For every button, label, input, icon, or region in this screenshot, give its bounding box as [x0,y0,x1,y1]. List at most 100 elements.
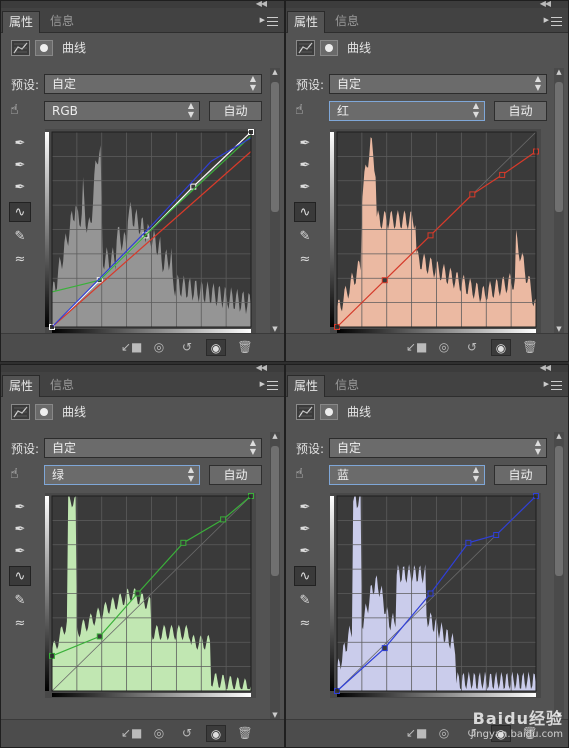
panel-menu-arrow-icon[interactable]: ▶ [260,380,265,388]
curve-tool-icon[interactable]: ∿ [9,566,31,586]
tab-info[interactable]: 信息 [44,11,80,32]
clip-to-layer-icon[interactable]: ↙■ [406,725,427,742]
auto-button[interactable]: 自动 [209,465,262,485]
panel-menu-icon[interactable] [551,381,562,390]
trash-icon[interactable]: 🗑 [520,339,540,356]
pencil-icon[interactable]: ✎ [294,591,316,611]
tab-info[interactable]: 信息 [329,11,365,32]
auto-button[interactable]: 自动 [494,465,547,485]
trash-icon[interactable]: 🗑 [235,339,255,356]
pencil-icon[interactable]: ✎ [294,227,316,247]
curve-graph[interactable] [45,129,256,334]
scrollbar[interactable]: ▲ ▼ [554,432,564,719]
clip-to-layer-icon[interactable]: ↙■ [121,339,142,356]
view-previous-icon[interactable]: ◎ [149,725,169,742]
collapse-icon[interactable]: ◀◀ [540,1,551,8]
clip-to-layer-icon[interactable]: ↙■ [121,725,142,742]
black-eyedropper-icon[interactable]: ✒ [294,498,316,518]
white-eyedropper-icon[interactable]: ✒ [9,178,31,198]
white-eyedropper-icon[interactable]: ✒ [294,178,316,198]
pencil-icon[interactable]: ✎ [9,227,31,247]
tab-properties[interactable]: 属性 [287,11,326,33]
curve-tool-icon[interactable]: ∿ [294,202,316,222]
hand-target-icon[interactable]: ☝ [295,466,304,482]
scroll-up-icon[interactable]: ▲ [554,68,564,76]
black-eyedropper-icon[interactable]: ✒ [294,134,316,154]
panel-top-strip: ◀◀ [286,1,568,8]
clip-to-layer-icon[interactable]: ↙■ [406,339,427,356]
channel-dropdown[interactable]: 绿 ▲ ▼ [44,465,200,485]
scroll-up-icon[interactable]: ▲ [270,432,280,440]
panel-menu-arrow-icon[interactable]: ▶ [260,16,265,24]
tab-bar: 属性 信息 ▶ [286,372,568,397]
channel-dropdown[interactable]: RGB ▲ ▼ [44,101,200,121]
visibility-eye-icon[interactable]: ◉ [206,339,226,356]
channel-dropdown[interactable]: 红 ▲ ▼ [329,101,485,121]
scroll-thumb[interactable] [271,82,279,212]
pencil-icon[interactable]: ✎ [9,591,31,611]
gray-eyedropper-icon[interactable]: ✒ [294,520,316,540]
tab-info[interactable]: 信息 [44,375,80,396]
reset-icon[interactable]: ↺ [177,339,197,356]
reset-icon[interactable]: ↺ [177,725,197,742]
white-eyedropper-icon[interactable]: ✒ [9,542,31,562]
curve-graph[interactable] [45,493,256,698]
view-previous-icon[interactable]: ◎ [434,339,454,356]
preset-dropdown[interactable]: 自定 ▲ ▼ [329,438,547,458]
panel-menu-arrow-icon[interactable]: ▶ [544,380,549,388]
scroll-down-icon[interactable]: ▼ [270,711,280,719]
curve-graph[interactable] [330,493,541,698]
panel-menu-arrow-icon[interactable]: ▶ [544,16,549,24]
hand-target-icon[interactable]: ☝ [10,102,19,118]
gray-eyedropper-icon[interactable]: ✒ [9,520,31,540]
panel-menu-icon[interactable] [267,17,278,26]
trash-icon[interactable]: 🗑 [235,725,255,742]
scrollbar[interactable]: ▲ ▼ [554,68,564,333]
collapse-icon[interactable]: ◀◀ [256,365,267,372]
smooth-icon[interactable]: ≈ [9,250,31,270]
gray-eyedropper-icon[interactable]: ✒ [9,156,31,176]
adjustment-title: 曲线 [347,405,372,419]
tab-info[interactable]: 信息 [329,375,365,396]
scrollbar[interactable]: ▲ ▼ [270,68,280,333]
smooth-icon[interactable]: ≈ [294,614,316,634]
scroll-up-icon[interactable]: ▲ [270,68,280,76]
curve-tool-icon[interactable]: ∿ [294,566,316,586]
view-previous-icon[interactable]: ◎ [434,725,454,742]
tab-properties[interactable]: 属性 [2,11,41,33]
auto-button[interactable]: 自动 [209,101,262,121]
black-eyedropper-icon[interactable]: ✒ [9,134,31,154]
visibility-eye-icon[interactable]: ◉ [491,339,511,356]
scroll-down-icon[interactable]: ▼ [270,325,280,333]
channel-dropdown[interactable]: 蓝 ▲ ▼ [329,465,485,485]
smooth-icon[interactable]: ≈ [9,614,31,634]
scroll-thumb[interactable] [555,446,563,576]
hand-target-icon[interactable]: ☝ [10,466,19,482]
collapse-icon[interactable]: ◀◀ [540,365,551,372]
scroll-down-icon[interactable]: ▼ [554,325,564,333]
panel-menu-icon[interactable] [267,381,278,390]
visibility-eye-icon[interactable]: ◉ [206,725,226,742]
scroll-thumb[interactable] [271,446,279,576]
tab-properties[interactable]: 属性 [2,375,41,397]
smooth-icon[interactable]: ≈ [294,250,316,270]
tab-properties[interactable]: 属性 [287,375,326,397]
curve-node [134,590,141,597]
preset-dropdown[interactable]: 自定 ▲ ▼ [329,74,547,94]
curve-graph[interactable] [330,129,541,334]
hand-target-icon[interactable]: ☝ [295,102,304,118]
curve-tool-icon[interactable]: ∿ [9,202,31,222]
scrollbar[interactable]: ▲ ▼ [270,432,280,719]
scroll-up-icon[interactable]: ▲ [554,432,564,440]
reset-icon[interactable]: ↺ [462,339,482,356]
gray-eyedropper-icon[interactable]: ✒ [294,156,316,176]
panel-menu-icon[interactable] [551,17,562,26]
view-previous-icon[interactable]: ◎ [149,339,169,356]
scroll-thumb[interactable] [555,82,563,212]
black-eyedropper-icon[interactable]: ✒ [9,498,31,518]
preset-dropdown[interactable]: 自定 ▲ ▼ [44,438,262,458]
collapse-icon[interactable]: ◀◀ [256,1,267,8]
white-eyedropper-icon[interactable]: ✒ [294,542,316,562]
auto-button[interactable]: 自动 [494,101,547,121]
preset-dropdown[interactable]: 自定 ▲ ▼ [44,74,262,94]
